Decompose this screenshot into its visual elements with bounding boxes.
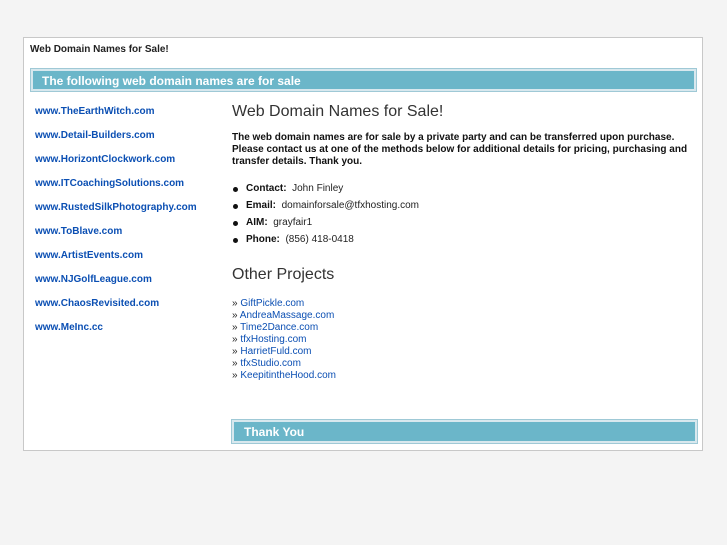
domain-link[interactable]: www.ArtistEvents.com <box>35 249 225 273</box>
aim-value: grayfair1 <box>273 217 313 228</box>
project-link[interactable]: GiftPickle.com <box>240 298 304 309</box>
domain-link[interactable]: www.ChaosRevisited.com <box>35 297 225 321</box>
domain-link[interactable]: www.ITCoachingSolutions.com <box>35 177 225 201</box>
project-link[interactable]: tfxStudio.com <box>240 358 301 369</box>
email-label: Email: <box>246 200 277 211</box>
bullet-arrow: » <box>232 322 241 333</box>
domain-link[interactable]: www.Detail-Builders.com <box>35 129 225 153</box>
contact-value: John Finley <box>292 183 344 194</box>
domain-link[interactable]: www.TheEarthWitch.com <box>35 105 225 129</box>
header-banner-text: The following web domain names are for s… <box>42 74 301 88</box>
phone-value: (856) 418-0418 <box>285 234 354 245</box>
project-link[interactable]: HarrietFuld.com <box>240 346 311 357</box>
project-item: » AndreaMassage.com <box>232 310 692 322</box>
project-item: » GiftPickle.com <box>232 298 692 310</box>
project-item: » tfxHosting.com <box>232 334 692 346</box>
domain-link[interactable]: www.NJGolfLeague.com <box>35 273 225 297</box>
header-banner: The following web domain names are for s… <box>30 68 697 92</box>
main-heading: Web Domain Names for Sale! <box>232 103 444 120</box>
intro-text: The web domain names are for sale by a p… <box>232 132 688 167</box>
page-frame: Web Domain Names for Sale! The following… <box>23 37 703 451</box>
project-link[interactable]: AndreaMassage.com <box>240 310 335 321</box>
email-value: domainforsale@tfxhosting.com <box>281 200 420 211</box>
contact-item: Contact: John Finley <box>232 180 692 197</box>
project-item: » tfxStudio.com <box>232 358 692 370</box>
project-link[interactable]: tfxHosting.com <box>240 334 306 345</box>
contact-label: Contact: <box>246 183 287 194</box>
project-item: » KeepitintheHood.com <box>232 370 692 382</box>
email-item: Email: domainforsale@tfxhosting.com <box>232 197 692 214</box>
project-item: » HarrietFuld.com <box>232 346 692 358</box>
domain-link[interactable]: www.MeInc.cc <box>35 321 225 345</box>
domain-link[interactable]: www.HorizontClockwork.com <box>35 153 225 177</box>
contact-list: Contact: John Finley Email: domainforsal… <box>232 180 692 248</box>
domain-link[interactable]: www.ToBlave.com <box>35 225 225 249</box>
footer-banner: Thank You <box>231 419 698 444</box>
bullet-arrow: » <box>232 310 240 321</box>
projects-list: » GiftPickle.com » AndreaMassage.com » T… <box>232 298 692 382</box>
main-content: Web Domain Names for Sale! The web domai… <box>232 103 692 382</box>
projects-heading: Other Projects <box>232 266 335 283</box>
aim-label: AIM: <box>246 217 268 228</box>
site-title: Web Domain Names for Sale! <box>30 44 169 55</box>
footer-banner-text: Thank You <box>244 425 305 439</box>
project-item: » Time2Dance.com <box>232 322 692 334</box>
domain-link[interactable]: www.RustedSilkPhotography.com <box>35 201 225 225</box>
aim-item: AIM: grayfair1 <box>232 214 692 231</box>
phone-item: Phone: (856) 418-0418 <box>232 231 692 248</box>
domain-list: www.TheEarthWitch.com www.Detail-Builder… <box>35 105 225 345</box>
project-link[interactable]: KeepitintheHood.com <box>240 370 336 381</box>
project-link[interactable]: Time2Dance.com <box>240 322 318 333</box>
phone-label: Phone: <box>246 234 280 245</box>
